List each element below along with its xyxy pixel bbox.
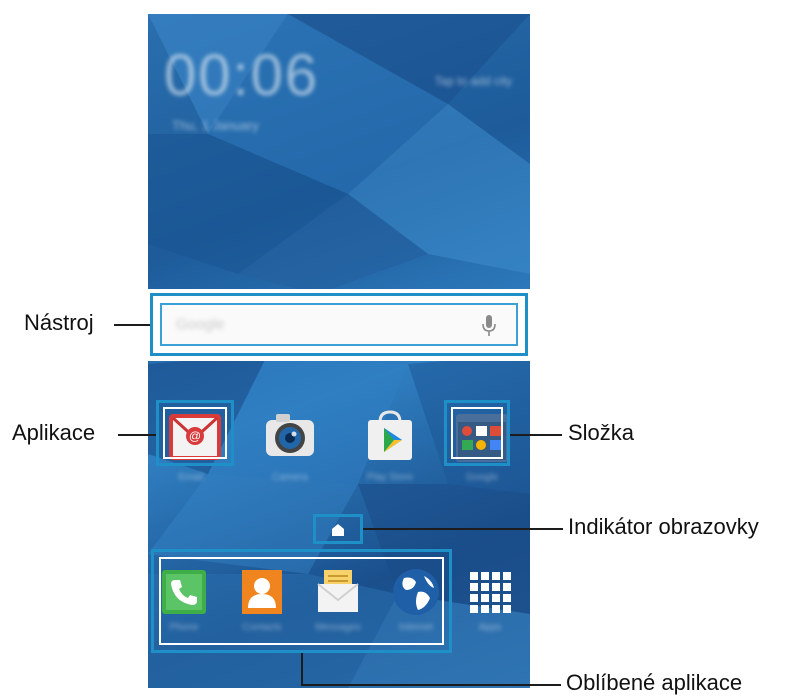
folder-highlight bbox=[444, 400, 510, 466]
clock-widget: 00:06 bbox=[164, 43, 320, 108]
google-search-bar[interactable]: Google bbox=[160, 303, 518, 346]
screen-indicator-highlight bbox=[313, 514, 363, 544]
app-camera[interactable] bbox=[258, 404, 322, 468]
callout-favorite-apps: Oblíbené aplikace bbox=[566, 670, 743, 695]
application-highlight-inner bbox=[163, 407, 227, 459]
clock-date: Thu, 1 January bbox=[172, 118, 259, 133]
callout-line-folder bbox=[510, 434, 562, 436]
callout-line-widget bbox=[114, 324, 150, 326]
app-label: Google bbox=[465, 472, 499, 483]
search-widget-highlight: Google bbox=[150, 293, 528, 356]
microphone-icon[interactable] bbox=[482, 314, 496, 338]
favorite-apps-highlight bbox=[151, 549, 452, 653]
callout-widget: Nástroj bbox=[24, 310, 94, 335]
folder-highlight-inner bbox=[451, 407, 503, 459]
callout-line-favorite-vertical bbox=[301, 653, 303, 686]
app-label: Camera bbox=[272, 472, 308, 483]
app-label: Email bbox=[178, 472, 204, 483]
callout-line-application bbox=[118, 434, 156, 436]
weather-tap-hint[interactable]: Tap to add city bbox=[435, 74, 512, 88]
callout-line-screen-indicator bbox=[363, 528, 563, 530]
callout-line-favorite-horizontal bbox=[301, 684, 561, 686]
application-highlight bbox=[156, 400, 234, 466]
apps-grid-icon bbox=[470, 572, 511, 613]
favorite-apps-highlight-inner bbox=[159, 557, 444, 645]
app-label: Play Store bbox=[366, 472, 414, 483]
play-store-icon bbox=[368, 410, 412, 460]
callout-application: Aplikace bbox=[12, 420, 96, 445]
callout-screen-indicator: Indikátor obrazovky bbox=[568, 514, 759, 539]
dock-apps[interactable] bbox=[466, 568, 514, 616]
app-play-store[interactable] bbox=[358, 404, 422, 468]
home-page-icon[interactable] bbox=[331, 523, 345, 537]
search-placeholder: Google bbox=[176, 316, 225, 333]
callout-folder: Složka bbox=[568, 420, 635, 445]
dock-label: Apps bbox=[478, 622, 502, 633]
camera-icon bbox=[266, 414, 314, 456]
